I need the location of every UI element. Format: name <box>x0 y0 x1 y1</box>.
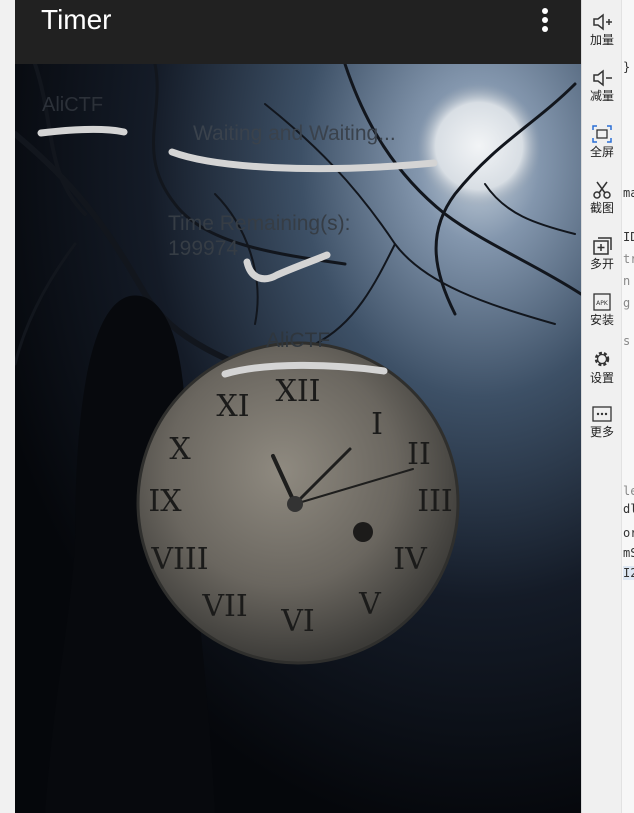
apk-install-icon: APK <box>593 293 611 311</box>
left-margin <box>0 0 15 813</box>
volume-up-icon <box>593 13 612 31</box>
gear-icon <box>594 351 610 367</box>
fullscreen-button[interactable]: 全屏 <box>582 124 622 159</box>
multi-open-icon <box>593 237 612 255</box>
more-button[interactable]: 更多 <box>582 404 622 439</box>
screenshot-button[interactable]: 截图 <box>582 180 622 215</box>
scissors-icon <box>593 181 611 199</box>
code-editor-peek: } ma ID tr n g s le dl or mS I2 <box>621 0 634 813</box>
volume-down-icon <box>593 69 612 87</box>
annotation-scribbles <box>37 125 438 378</box>
emulator-toolbar: 加量 减量 全屏 截图 多开 APK 安装 设置 更多 <box>581 0 622 813</box>
volume-up-button[interactable]: 加量 <box>582 12 622 47</box>
android-app-window: Timer XII I II III IV V VI VII VIII IX X… <box>15 0 581 813</box>
settings-button[interactable]: 设置 <box>582 348 622 385</box>
multi-open-button[interactable]: 多开 <box>582 236 622 271</box>
volume-down-button[interactable]: 减量 <box>582 68 622 103</box>
more-icon <box>592 406 612 422</box>
install-apk-button[interactable]: APK 安装 <box>582 292 622 327</box>
svg-text:APK: APK <box>596 300 609 307</box>
fullscreen-icon <box>592 125 612 143</box>
